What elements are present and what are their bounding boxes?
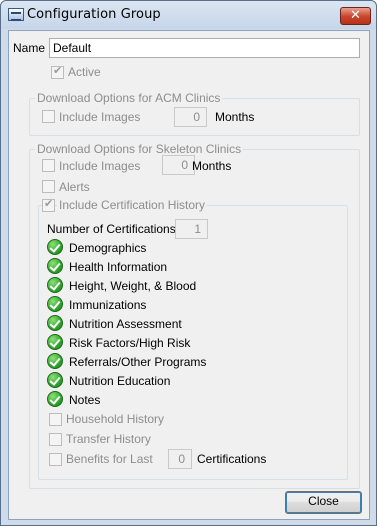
skeleton-include-images-checkbox[interactable] xyxy=(42,159,55,172)
window-close-button[interactable]: ✕ xyxy=(340,7,371,25)
name-label: Name xyxy=(13,41,46,55)
green-check-icon xyxy=(47,353,63,369)
acm-group-title: Download Options for ACM Clinics xyxy=(35,91,223,105)
configuration-group-window: Configuration Group ✕ Name Default Activ… xyxy=(0,0,377,526)
section-referrals: Referrals/Other Programs xyxy=(69,355,207,369)
alerts-checkbox[interactable] xyxy=(42,180,55,193)
green-check-icon xyxy=(47,296,63,312)
active-checkbox[interactable] xyxy=(51,64,64,79)
number-of-certifications-label: Number of Certifications xyxy=(47,222,176,236)
benefits-count-input[interactable]: 0 xyxy=(168,449,192,469)
section-demographics: Demographics xyxy=(69,241,147,255)
green-check-icon xyxy=(47,334,63,350)
certifications-label: Certifications xyxy=(197,452,267,466)
skeleton-months-label: Months xyxy=(192,159,232,173)
title-bar: Configuration Group ✕ xyxy=(1,1,376,29)
dialog-body: Name Default Active Download Options for… xyxy=(8,30,370,520)
transfer-history-checkbox[interactable] xyxy=(49,433,62,446)
section-notes: Notes xyxy=(69,393,101,407)
section-health-information: Health Information xyxy=(69,260,168,274)
include-certification-history-checkbox[interactable] xyxy=(42,197,55,212)
skeleton-months-input[interactable]: 0 xyxy=(162,155,195,175)
transfer-history-label: Transfer History xyxy=(66,432,151,446)
section-nutrition-assessment: Nutrition Assessment xyxy=(69,317,182,331)
green-check-icon xyxy=(47,239,63,255)
acm-include-images-checkbox[interactable] xyxy=(42,110,55,123)
acm-months-input[interactable]: 0 xyxy=(174,107,207,127)
green-check-icon xyxy=(47,391,63,407)
section-immunizations: Immunizations xyxy=(69,298,147,312)
skeleton-group-title: Download Options for Skeleton Clinics xyxy=(35,142,244,156)
green-check-icon xyxy=(47,258,63,274)
window-title: Configuration Group xyxy=(27,7,161,22)
skeleton-include-images-label: Include Images xyxy=(59,159,141,173)
certification-history-label: Include Certification History xyxy=(57,198,208,212)
close-button[interactable]: Close xyxy=(285,491,362,514)
green-check-icon xyxy=(47,315,63,331)
acm-months-label: Months xyxy=(215,110,255,124)
benefits-for-last-checkbox[interactable] xyxy=(49,453,62,466)
household-history-checkbox[interactable] xyxy=(49,413,62,426)
acm-include-images-label: Include Images xyxy=(59,110,141,124)
alerts-label: Alerts xyxy=(59,180,90,194)
name-input[interactable]: Default xyxy=(49,38,360,58)
benefits-for-last-label: Benefits for Last xyxy=(66,452,153,466)
number-of-certifications-input[interactable]: 1 xyxy=(175,219,208,239)
active-label: Active xyxy=(68,65,101,79)
green-check-icon xyxy=(47,372,63,388)
section-risk-factors: Risk Factors/High Risk xyxy=(69,336,191,350)
green-check-icon xyxy=(47,277,63,293)
section-nutrition-education: Nutrition Education xyxy=(69,374,171,388)
app-window-icon xyxy=(8,8,24,21)
household-history-label: Household History xyxy=(66,412,165,426)
section-height-weight-blood: Height, Weight, & Blood xyxy=(69,279,197,293)
